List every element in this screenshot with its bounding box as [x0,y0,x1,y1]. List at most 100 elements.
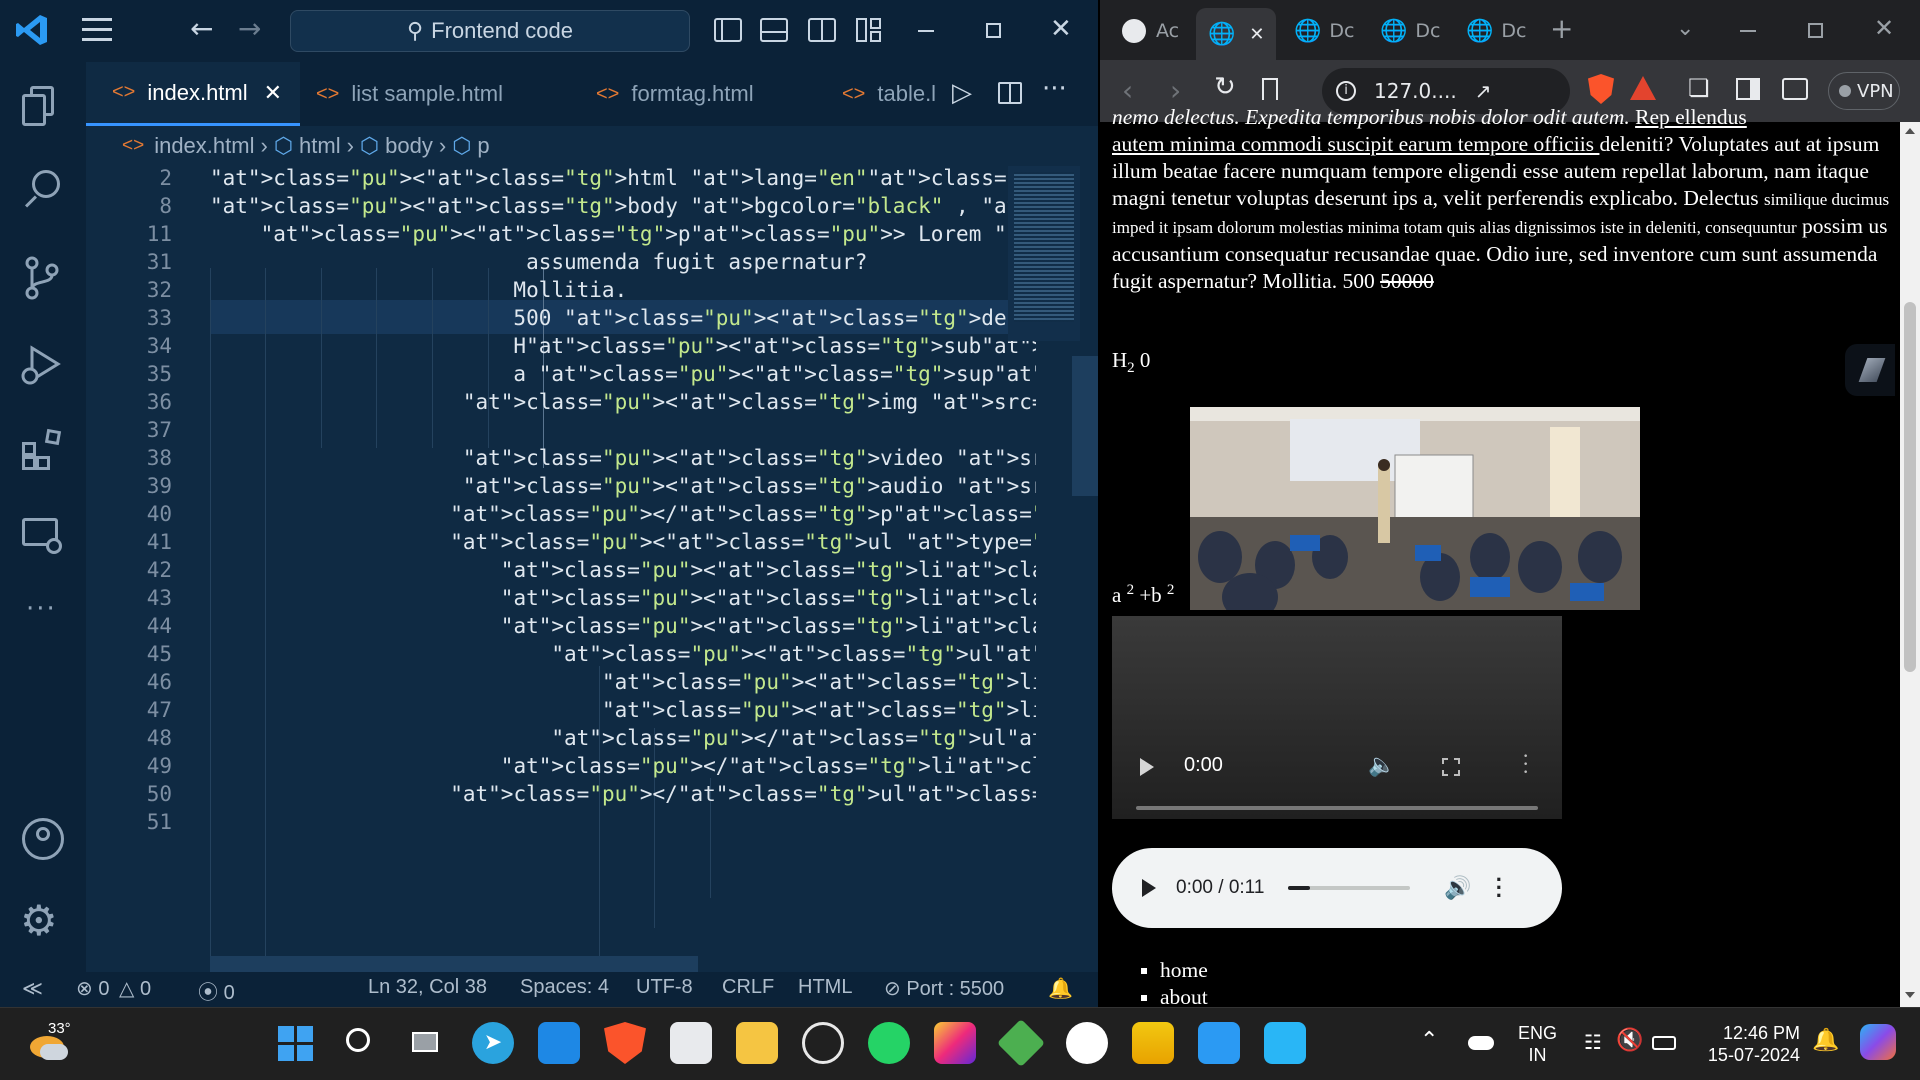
power-bi-icon[interactable] [1132,1022,1174,1064]
editor-scrollbar[interactable] [1072,356,1098,496]
volume-icon[interactable]: 🔈 [1368,752,1395,778]
toggle-sidebar-icon[interactable] [714,18,742,42]
sidebar-toggle-icon[interactable] [1736,78,1760,100]
breadcrumb-item[interactable]: index.html [154,133,254,159]
brave-rewards-icon[interactable] [1630,76,1656,100]
browser-tab[interactable]: 🌐 Dc [1376,10,1446,52]
live-server-port[interactable]: ⊘ Port : 5500 [884,976,1004,1001]
tab-search-chevron-icon[interactable]: ⌄ [1676,16,1694,41]
minimap[interactable] [1008,166,1080,341]
scroll-up-icon[interactable] [1905,128,1915,134]
more-icon[interactable]: ··· [26,594,57,624]
video-progress-track[interactable] [1136,806,1538,810]
breadcrumb-item[interactable]: html [299,133,341,159]
settings-gear-icon[interactable]: ⚙ [20,900,58,942]
video-player[interactable]: 0:00 🔈 · · · [1112,616,1562,819]
media-player-icon[interactable] [802,1022,844,1064]
breadcrumb-item[interactable]: body [385,133,433,159]
tab-table-html[interactable]: <> table.l [842,62,942,126]
brave-taskbar-icon[interactable] [604,1022,646,1064]
whatsapp-icon[interactable] [868,1022,910,1064]
browser-tab-github[interactable]: Ac [1108,10,1188,52]
cursor-position[interactable]: Ln 32, Col 38 [368,976,487,999]
accounts-icon[interactable] [22,818,64,860]
wallet-icon[interactable] [1782,78,1808,100]
minimize-icon[interactable] [1740,30,1756,32]
clock[interactable]: 12:46 PM 15-07-2024 [1700,1022,1800,1066]
forward-arrow-icon[interactable]: → [238,12,261,45]
notifications-bell-icon[interactable]: 🔔 [1048,976,1073,1001]
extensions-icon[interactable]: ❏ [1688,74,1710,102]
close-icon[interactable]: ✕ [1050,14,1072,44]
tab-list-sample-html[interactable]: <> list sample.html [316,62,546,126]
run-icon[interactable]: ▷ [952,78,972,108]
toggle-secondary-sidebar-icon[interactable] [808,18,836,42]
start-windows-icon[interactable] [274,1022,316,1064]
run-debug-icon[interactable] [20,344,64,388]
mail-icon[interactable] [538,1022,580,1064]
code-editor[interactable]: 2 "at">class="pu"><"at">class="tg">html "… [86,166,1098,972]
tab-close-icon[interactable]: ✕ [264,80,282,106]
show-hidden-icons-icon[interactable]: ⌃ [1420,1028,1438,1053]
tab-formtag-html[interactable]: <> formtag.html [596,62,776,126]
onedrive-icon[interactable] [1468,1036,1494,1050]
language-indicator[interactable]: ENG IN [1518,1022,1557,1066]
maximize-icon[interactable] [986,23,1001,38]
volume-icon[interactable]: 🔊 [1444,875,1471,901]
indentation[interactable]: Spaces: 4 [520,976,609,999]
notepad-icon[interactable] [1264,1022,1306,1064]
floating-extension-icon[interactable] [1845,344,1895,396]
toggle-panel-icon[interactable] [760,18,788,42]
split-editor-icon[interactable] [998,82,1022,104]
file-explorer-icon[interactable] [736,1022,778,1064]
new-tab-plus-icon[interactable]: + [1550,12,1573,45]
explorer-icon[interactable] [22,86,54,126]
audio-progress[interactable] [1288,886,1411,890]
close-icon[interactable]: ✕ [1874,14,1894,42]
wifi-icon[interactable]: ☷ [1584,1030,1602,1054]
brave-shields-icon[interactable] [1588,74,1614,104]
reload-icon[interactable]: ↻ [1214,72,1236,102]
audio-player[interactable]: 0:00 / 0:11 🔊 · · · [1112,848,1562,928]
source-control-icon[interactable] [24,256,60,300]
remote-explorer-icon[interactable] [22,518,64,556]
instagram-icon[interactable] [934,1022,976,1064]
copilot-icon[interactable] [1860,1024,1896,1060]
back-icon[interactable]: ‹ [1122,74,1133,107]
page-scrollbar[interactable] [1900,122,1920,1007]
ports-indicator[interactable]: ⦿ 0 [198,976,235,1005]
browser-tab[interactable]: 🌐 Dc [1290,10,1360,52]
scroll-thumb[interactable] [1904,302,1916,672]
telegram-icon[interactable]: ➤ [472,1022,514,1064]
git-icon[interactable] [996,1018,1046,1068]
fullscreen-icon[interactable] [1442,758,1460,776]
battery-icon[interactable] [1652,1036,1676,1050]
share-icon[interactable]: ↗ [1475,79,1492,103]
more-options-icon[interactable]: · · · [1496,869,1503,907]
tab-index-html[interactable]: <> index.html ✕ [86,62,300,126]
vscode-taskbar-icon[interactable] [1198,1022,1240,1064]
weather-widget[interactable]: 33° [28,1020,88,1066]
mongodb-icon[interactable] [1066,1022,1108,1064]
volume-muted-icon[interactable]: 🔇 [1616,1028,1643,1053]
search-icon[interactable] [340,1022,382,1064]
command-center[interactable]: ⚲ Frontend code [290,10,690,52]
maximize-icon[interactable] [1808,23,1823,38]
breadcrumb-item[interactable]: p [477,133,489,159]
remote-icon[interactable]: ≪ [22,976,43,1001]
more-options-icon[interactable]: · · · [1522,745,1529,783]
tab-close-icon[interactable]: ✕ [1249,24,1264,45]
more-actions-icon[interactable]: ··· [1042,74,1067,104]
encoding[interactable]: UTF-8 [636,976,693,999]
extensions-icon[interactable] [22,428,64,470]
microsoft-store-icon[interactable] [670,1022,712,1064]
back-arrow-icon[interactable]: ← [190,12,213,45]
bookmark-icon[interactable] [1262,78,1278,100]
scroll-down-icon[interactable] [1905,992,1915,998]
task-view-icon[interactable] [406,1022,448,1064]
browser-tab-active[interactable]: 🌐 ✕ [1196,8,1276,60]
end-of-line[interactable]: CRLF [722,976,774,999]
play-icon[interactable] [1140,758,1154,776]
language-mode[interactable]: HTML [798,976,852,999]
problems-indicator[interactable]: ⊗ 0 △ 0 [76,976,151,1001]
